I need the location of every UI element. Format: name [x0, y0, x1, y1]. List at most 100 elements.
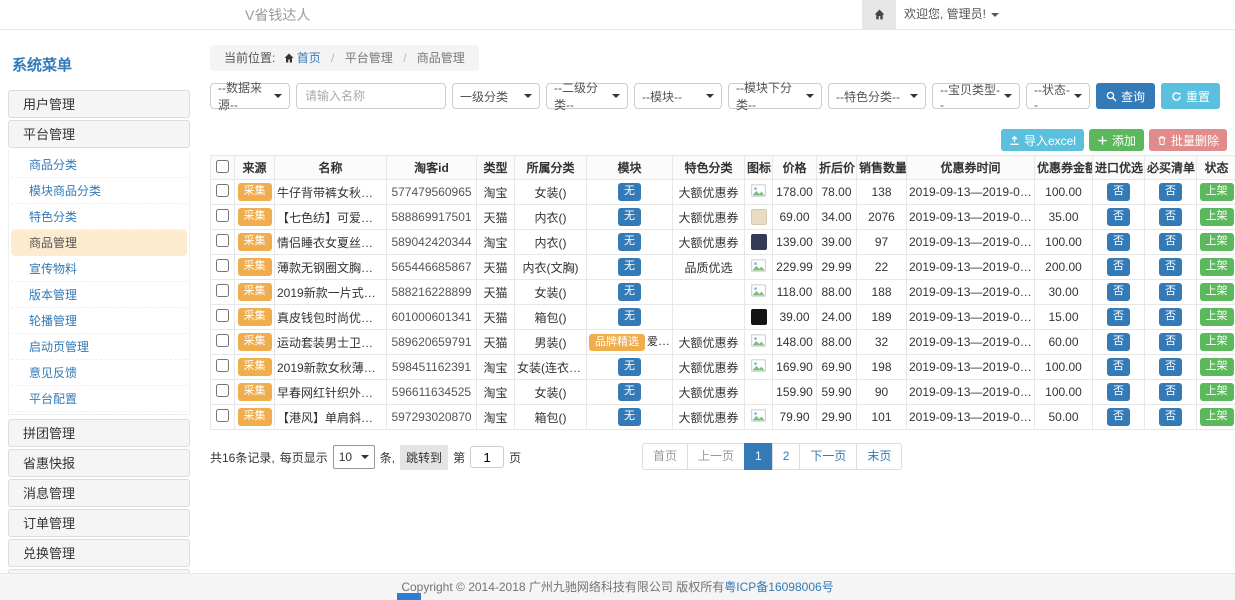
- chevron-down-icon: [910, 94, 918, 98]
- sidebar-item[interactable]: 模块商品分类: [11, 178, 187, 204]
- search-button[interactable]: 查询: [1096, 83, 1155, 109]
- import-select-badge[interactable]: 否: [1107, 333, 1130, 351]
- must-buy-badge[interactable]: 否: [1159, 283, 1182, 301]
- column-header: 模块: [587, 156, 673, 180]
- pager-button[interactable]: 下一页: [799, 443, 857, 470]
- sidebar-item[interactable]: 意见反馈: [11, 360, 187, 386]
- pager-button[interactable]: 上一页: [687, 443, 745, 470]
- must-buy-badge[interactable]: 否: [1159, 358, 1182, 376]
- sidebar-section-header[interactable]: 省惠快报: [8, 449, 190, 477]
- sidebar-section-header[interactable]: 用户管理: [8, 90, 190, 118]
- row-checkbox[interactable]: [216, 184, 229, 197]
- row-checkbox[interactable]: [216, 284, 229, 297]
- sidebar-section-header[interactable]: 平台管理: [8, 120, 190, 148]
- status-badge[interactable]: 上架: [1200, 333, 1234, 351]
- filter-select[interactable]: --数据来源--: [210, 83, 290, 109]
- import-select-cell: 否: [1093, 305, 1145, 330]
- row-checkbox[interactable]: [216, 309, 229, 322]
- row-checkbox[interactable]: [216, 359, 229, 372]
- must-buy-badge[interactable]: 否: [1159, 333, 1182, 351]
- filter-select[interactable]: --特色分类--: [828, 83, 926, 109]
- page-number-input[interactable]: [470, 446, 504, 468]
- row-checkbox[interactable]: [216, 234, 229, 247]
- discount-price-cell: 69.90: [817, 355, 857, 380]
- row-checkbox[interactable]: [216, 409, 229, 422]
- status-cell: 上架: [1197, 230, 1235, 255]
- sidebar-item[interactable]: 轮播管理: [11, 308, 187, 334]
- import-select-badge[interactable]: 否: [1107, 183, 1130, 201]
- status-badge[interactable]: 上架: [1200, 358, 1234, 376]
- filter-select[interactable]: --模块--: [634, 83, 722, 109]
- status-badge[interactable]: 上架: [1200, 383, 1234, 401]
- row-checkbox[interactable]: [216, 384, 229, 397]
- status-badge[interactable]: 上架: [1200, 308, 1234, 326]
- sidebar-section-header[interactable]: 拼团管理: [8, 419, 190, 447]
- jump-button[interactable]: 跳转到: [400, 445, 448, 470]
- pager-button[interactable]: 末页: [856, 443, 902, 470]
- reset-button[interactable]: 重置: [1161, 83, 1220, 109]
- icon-cell: [745, 355, 773, 380]
- import-select-badge[interactable]: 否: [1107, 208, 1130, 226]
- navbar-home-button[interactable]: [862, 0, 896, 29]
- icp-link[interactable]: 粤ICP备16098006号: [724, 580, 833, 594]
- source-badge: 采集: [238, 383, 272, 401]
- status-badge[interactable]: 上架: [1200, 208, 1234, 226]
- page-suffix: 页: [509, 449, 521, 466]
- name-search-input[interactable]: [296, 83, 446, 109]
- module-badge: 无: [618, 208, 641, 226]
- filter-select[interactable]: --模块下分类--: [728, 83, 822, 109]
- pager-button[interactable]: 首页: [642, 443, 688, 470]
- filter-select[interactable]: --宝贝类型--: [932, 83, 1020, 109]
- import-select-badge[interactable]: 否: [1107, 358, 1130, 376]
- must-buy-badge[interactable]: 否: [1159, 183, 1182, 201]
- module-badge: 无: [618, 308, 641, 326]
- sidebar-item-active[interactable]: 商品管理: [11, 230, 187, 256]
- import-select-badge[interactable]: 否: [1107, 258, 1130, 276]
- source-badge: 采集: [238, 333, 272, 351]
- status-badge[interactable]: 上架: [1200, 233, 1234, 251]
- product-thumbnail: [751, 209, 767, 225]
- sidebar-section-header[interactable]: 兑换管理: [8, 539, 190, 567]
- import-select-badge[interactable]: 否: [1107, 308, 1130, 326]
- row-checkbox[interactable]: [216, 209, 229, 222]
- price-cell: 79.90: [773, 405, 817, 430]
- import-select-badge[interactable]: 否: [1107, 383, 1130, 401]
- sidebar-item[interactable]: 商品分类: [11, 152, 187, 178]
- sidebar-item[interactable]: 平台配置: [11, 386, 187, 412]
- pager: 首页上一页12下一页末页: [642, 443, 902, 470]
- must-buy-badge[interactable]: 否: [1159, 383, 1182, 401]
- sidebar-section-header[interactable]: 订单管理: [8, 509, 190, 537]
- filter-select[interactable]: --二级分类--: [546, 83, 628, 109]
- sidebar-item[interactable]: 版本管理: [11, 282, 187, 308]
- must-buy-badge[interactable]: 否: [1159, 408, 1182, 426]
- select-all-checkbox[interactable]: [216, 160, 229, 173]
- status-badge[interactable]: 上架: [1200, 408, 1234, 426]
- sidebar-section-header[interactable]: 消息管理: [8, 479, 190, 507]
- must-buy-badge[interactable]: 否: [1159, 258, 1182, 276]
- sidebar-item[interactable]: 宣传物料: [11, 256, 187, 282]
- status-badge[interactable]: 上架: [1200, 283, 1234, 301]
- filter-select[interactable]: --状态--: [1026, 83, 1090, 109]
- must-buy-badge[interactable]: 否: [1159, 308, 1182, 326]
- status-badge[interactable]: 上架: [1200, 258, 1234, 276]
- add-button[interactable]: 添加: [1089, 129, 1144, 151]
- sidebar-item[interactable]: 启动页管理: [11, 334, 187, 360]
- user-menu[interactable]: 欢迎您, 管理员!: [904, 0, 999, 29]
- breadcrumb-home-link[interactable]: 首页: [283, 51, 321, 65]
- per-page-select[interactable]: 10: [333, 445, 375, 469]
- coupon-time-cell: 2019-09-13—2019-09-17: [907, 180, 1035, 205]
- import-select-badge[interactable]: 否: [1107, 283, 1130, 301]
- pager-button[interactable]: 2: [772, 443, 801, 470]
- import-excel-button[interactable]: 导入excel: [1001, 129, 1084, 151]
- row-checkbox[interactable]: [216, 334, 229, 347]
- import-select-badge[interactable]: 否: [1107, 408, 1130, 426]
- pager-button[interactable]: 1: [744, 443, 773, 470]
- import-select-badge[interactable]: 否: [1107, 233, 1130, 251]
- filter-select[interactable]: 一级分类: [452, 83, 540, 109]
- must-buy-badge[interactable]: 否: [1159, 233, 1182, 251]
- must-buy-badge[interactable]: 否: [1159, 208, 1182, 226]
- sidebar-item[interactable]: 特色分类: [11, 204, 187, 230]
- batch-delete-button[interactable]: 批量删除: [1149, 129, 1227, 151]
- row-checkbox[interactable]: [216, 259, 229, 272]
- status-badge[interactable]: 上架: [1200, 183, 1234, 201]
